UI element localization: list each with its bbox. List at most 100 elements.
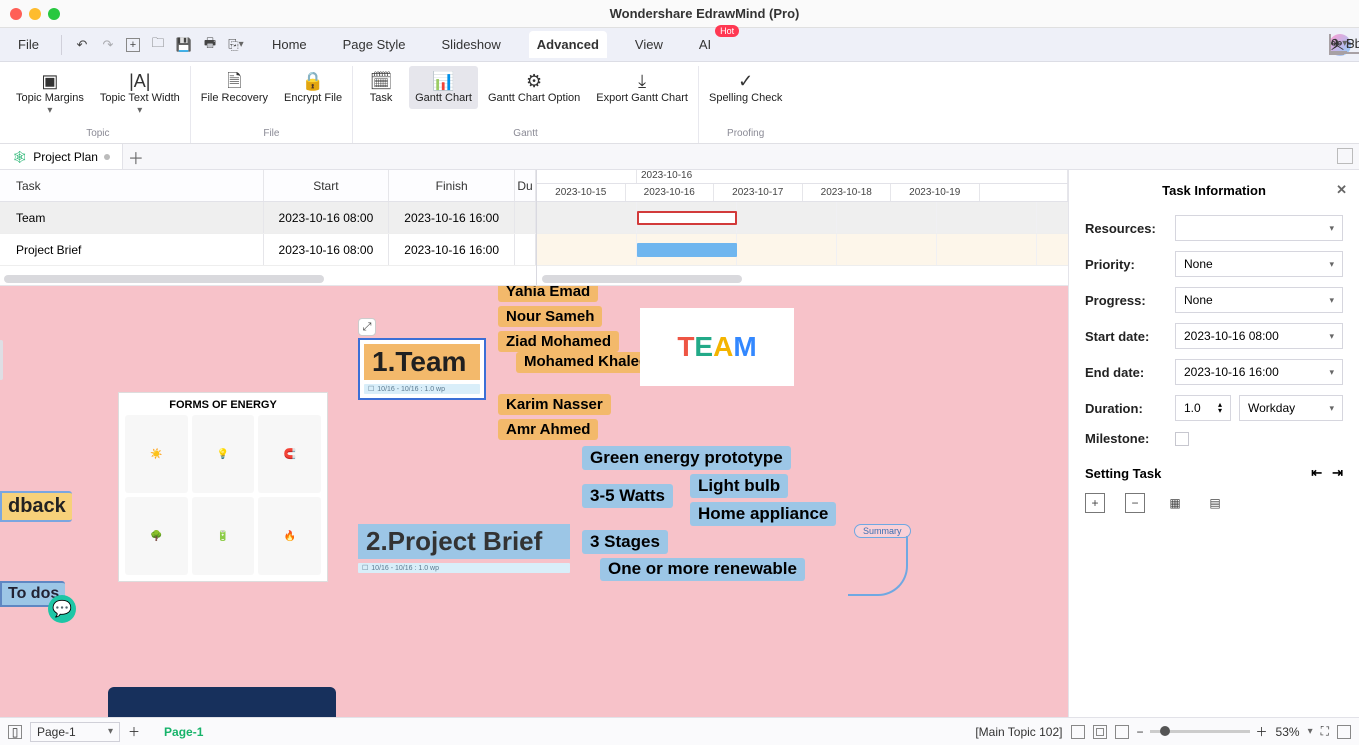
panel-toggle[interactable] xyxy=(1337,148,1353,164)
startdate-select[interactable]: 2023-10-16 08:00▾ xyxy=(1175,323,1343,349)
print-icon[interactable]: 🖶 xyxy=(202,37,218,53)
menubar-right: ✈Publish ⚯Share ?▾ ︿ xyxy=(1329,34,1351,56)
view-mode-1[interactable] xyxy=(1071,725,1085,739)
node-brief-item[interactable]: Green energy prototype xyxy=(582,446,791,470)
node-member[interactable]: Yahia Emad xyxy=(498,286,598,302)
page-select[interactable]: Page-1▾ xyxy=(30,722,120,742)
scrollbar[interactable] xyxy=(542,275,742,283)
file-menu[interactable]: File xyxy=(8,33,49,56)
resources-select[interactable]: ▾ xyxy=(1175,215,1343,241)
node-member[interactable]: Karim Nasser xyxy=(498,394,611,415)
gantt-chart-button[interactable]: 📊Gantt Chart xyxy=(409,66,478,109)
task-bar[interactable] xyxy=(637,243,737,257)
node-dark-cut[interactable] xyxy=(108,687,336,717)
expand-tool[interactable]: + xyxy=(1085,493,1105,513)
export-gantt-button[interactable]: ⤓Export Gantt Chart xyxy=(590,66,694,109)
zoom-slider[interactable]: − ＋ xyxy=(1137,723,1268,740)
gantt-row[interactable]: Project Brief 2023-10-16 08:00 2023-10-1… xyxy=(0,234,536,266)
enddate-select[interactable]: 2023-10-16 16:00▾ xyxy=(1175,359,1343,385)
topic-margins-button[interactable]: ▣Topic Margins▾ xyxy=(10,66,90,120)
close-window[interactable] xyxy=(10,8,22,20)
lock-icon: 🔒 xyxy=(302,70,324,92)
save-icon[interactable]: 💾 xyxy=(176,37,192,53)
resize-handle[interactable] xyxy=(0,340,3,380)
duration-unit-select[interactable]: Workday▾ xyxy=(1239,395,1343,421)
fullscreen-icon[interactable] xyxy=(1337,725,1351,739)
node-brief-item[interactable]: One or more renewable xyxy=(600,558,805,581)
view-mode-2[interactable] xyxy=(1093,725,1107,739)
node-member[interactable]: Mohamed Khaled xyxy=(516,352,656,373)
expand-handle[interactable]: ⤢ xyxy=(358,318,376,336)
outdent-icon[interactable]: ⇥ xyxy=(1332,465,1343,481)
task-tools: + − ▦ ▤ xyxy=(1069,487,1359,519)
undo-icon[interactable]: ↶ xyxy=(74,37,90,53)
zoom-value[interactable]: 53% xyxy=(1276,725,1300,739)
node-brief-item[interactable]: 3-5 Watts xyxy=(582,484,673,508)
tab-advanced[interactable]: Advanced xyxy=(529,31,607,58)
gantt-timeline[interactable]: 2023-10-16 2023-10-15 2023-10-16 2023-10… xyxy=(537,170,1068,285)
milestone-checkbox[interactable] xyxy=(1175,432,1189,446)
group-file: 🗎File Recovery 🔒Encrypt File File xyxy=(191,66,353,143)
scrollbar[interactable] xyxy=(4,275,324,283)
col-start[interactable]: Start xyxy=(264,170,390,201)
assistant-fab[interactable]: 💬 xyxy=(48,595,76,623)
image-energy[interactable]: FORMS OF ENERGY ☀️ 💡 🧲 🌳 🔋 🔥 xyxy=(118,392,328,582)
maximize-window[interactable] xyxy=(48,8,60,20)
node-member[interactable]: Nour Sameh xyxy=(498,306,602,327)
new-icon[interactable]: + xyxy=(126,38,140,52)
gantt-option-button[interactable]: ⚙Gantt Chart Option xyxy=(482,66,586,109)
outline-icon[interactable]: ▯ xyxy=(8,725,22,739)
grid-tool-1[interactable]: ▦ xyxy=(1165,493,1185,513)
gantt-row[interactable]: Team 2023-10-16 08:00 2023-10-16 16:00 xyxy=(0,202,536,234)
fit-icon[interactable]: ⛶ xyxy=(1321,724,1329,739)
encrypt-file-button[interactable]: 🔒Encrypt File xyxy=(278,66,348,109)
task-button[interactable]: 🗓Task xyxy=(357,66,405,109)
zoom-out-icon[interactable]: − xyxy=(1137,725,1144,739)
tab-ai[interactable]: AIHot xyxy=(691,31,719,58)
close-icon[interactable]: ✕ xyxy=(1336,182,1347,198)
doc-tab[interactable]: 🕸 Project Plan xyxy=(0,144,123,169)
add-page-button[interactable]: ＋ xyxy=(128,723,140,740)
grid-tool-2[interactable]: ▤ xyxy=(1205,493,1225,513)
node-project-brief[interactable]: 2.Project Brief ☐10/16 - 10/16 : 1.0 wp xyxy=(358,524,570,573)
zoom-in-icon[interactable]: ＋ xyxy=(1256,723,1268,740)
node-member[interactable]: Ziad Mohamed xyxy=(498,331,619,352)
minimize-window[interactable] xyxy=(29,8,41,20)
page-link[interactable]: Page-1 xyxy=(164,725,203,739)
timeline-row[interactable] xyxy=(537,202,1068,234)
duration-input[interactable]: 1.0▴▾ xyxy=(1175,395,1231,421)
col-finish[interactable]: Finish xyxy=(389,170,515,201)
node-brief-item[interactable]: Light bulb xyxy=(690,474,788,498)
timeline-row[interactable] xyxy=(537,234,1068,266)
col-task[interactable]: Task xyxy=(0,170,264,201)
file-recovery-button[interactable]: 🗎File Recovery xyxy=(195,66,274,109)
redo-icon[interactable]: ↷ xyxy=(100,37,116,53)
priority-select[interactable]: None▾ xyxy=(1175,251,1343,277)
export-icon[interactable]: ⎘▾ xyxy=(228,37,244,53)
share-label: Share xyxy=(1346,36,1359,51)
spellcheck-button[interactable]: ✓Spelling Check xyxy=(703,66,788,109)
node-member[interactable]: Amr Ahmed xyxy=(498,419,598,440)
week-label: 2023-10-16 xyxy=(637,170,1068,183)
node-cut-left[interactable]: dback xyxy=(0,491,72,522)
tab-pagestyle[interactable]: Page Style xyxy=(335,31,414,58)
topic-textwidth-button[interactable]: |A|Topic Text Width▾ xyxy=(94,66,186,120)
indent-icon[interactable]: ⇤ xyxy=(1311,465,1322,481)
add-tab-button[interactable]: ＋ xyxy=(123,144,149,169)
col-duration[interactable]: Du xyxy=(515,170,536,201)
group-label: Proofing xyxy=(727,128,764,141)
tab-view[interactable]: View xyxy=(627,31,671,58)
tab-slideshow[interactable]: Slideshow xyxy=(434,31,509,58)
node-brief-item[interactable]: Home appliance xyxy=(690,502,836,526)
mindmap-canvas[interactable]: ⤢ 1.Team ☐10/16 - 10/16 : 1.0 wp Yahia E… xyxy=(0,286,1068,717)
collapse-tool[interactable]: − xyxy=(1125,493,1145,513)
tab-home[interactable]: Home xyxy=(264,31,315,58)
progress-select[interactable]: None▾ xyxy=(1175,287,1343,313)
image-team[interactable]: TEAM xyxy=(640,308,794,386)
task-bar-selected[interactable] xyxy=(637,211,737,225)
node-team-selected[interactable]: 1.Team ☐10/16 - 10/16 : 1.0 wp xyxy=(358,338,486,400)
node-brief-item[interactable]: 3 Stages xyxy=(582,530,668,554)
open-icon[interactable]: 🗀 xyxy=(150,37,166,53)
collapse-ribbon[interactable]: ︿ xyxy=(1329,34,1344,55)
view-mode-3[interactable] xyxy=(1115,725,1129,739)
